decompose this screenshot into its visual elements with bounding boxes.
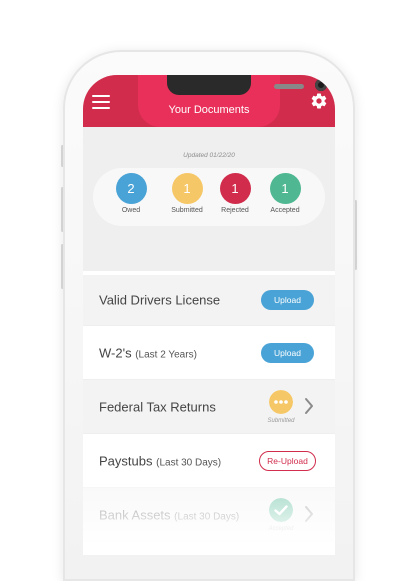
chevron-right-icon[interactable] (304, 505, 314, 523)
status-label: Submitted (267, 418, 295, 424)
submitted-label: Submitted (171, 207, 203, 214)
document-name: Paystubs (99, 453, 153, 468)
stat-owed[interactable]: 2 Owed (106, 173, 156, 214)
document-title: W-2's (Last 2 Years) (99, 345, 197, 360)
last-updated-text: Updated 01/22/20 (183, 152, 235, 159)
document-name: Federal Tax Returns (99, 399, 216, 414)
gear-icon[interactable] (310, 92, 328, 110)
app-screen: Your Documents Updated 01/22/20 2 Owed 1… (83, 75, 335, 555)
document-name: W-2's (99, 345, 132, 360)
status-label: Accepted (268, 526, 294, 532)
list-item[interactable]: W-2's (Last 2 Years) Upload (83, 326, 335, 380)
check-icon (269, 498, 293, 522)
submitted-count-badge: 1 (171, 173, 203, 204)
document-title: Paystubs (Last 30 Days) (99, 453, 221, 468)
owed-label: Owed (121, 207, 141, 214)
accepted-count-badge: 1 (269, 173, 301, 204)
accepted-label: Accepted (270, 207, 300, 214)
list-item[interactable]: Federal Tax Returns Submitted (83, 380, 335, 434)
ellipsis-icon (269, 390, 293, 414)
document-name: Bank Assets (99, 507, 171, 522)
list-item[interactable]: Paystubs (Last 30 Days) Re-Upload (83, 434, 335, 488)
upload-button[interactable]: Upload (261, 290, 314, 310)
document-title: Federal Tax Returns (99, 399, 216, 414)
app-header: Your Documents (83, 75, 335, 127)
stat-accepted[interactable]: 1 Accepted (260, 173, 310, 214)
document-title: Valid Drivers License (99, 293, 220, 308)
rejected-label: Rejected (221, 207, 249, 214)
phone-notch (167, 75, 327, 95)
page-title: Your Documents (168, 104, 250, 116)
list-item[interactable]: Bank Assets (Last 30 Days) Accepted (83, 488, 335, 542)
stat-submitted[interactable]: 1 Submitted (162, 173, 212, 214)
stat-rejected[interactable]: 1 Rejected (210, 173, 260, 214)
document-subtitle: (Last 2 Years) (135, 349, 197, 360)
rejected-count-badge: 1 (219, 173, 251, 204)
document-title: Bank Assets (Last 30 Days) (99, 507, 239, 522)
status-summary: 2 Owed 1 Submitted 1 Rejected 1 Accepted (93, 168, 325, 226)
document-subtitle: (Last 30 Days) (156, 457, 222, 468)
document-subtitle: (Last 30 Days) (174, 511, 240, 522)
list-item[interactable]: Valid Drivers License Upload (83, 275, 335, 326)
document-list: Valid Drivers License Upload W-2's (Last… (83, 271, 335, 555)
owed-count-badge: 2 (115, 173, 147, 204)
chevron-right-icon[interactable] (304, 397, 314, 415)
reupload-button[interactable]: Re-Upload (259, 450, 316, 471)
speaker-grille (274, 84, 304, 89)
document-name: Valid Drivers License (99, 292, 221, 308)
hamburger-menu-icon[interactable] (92, 95, 110, 109)
upload-button[interactable]: Upload (261, 342, 314, 363)
front-camera (315, 79, 327, 91)
